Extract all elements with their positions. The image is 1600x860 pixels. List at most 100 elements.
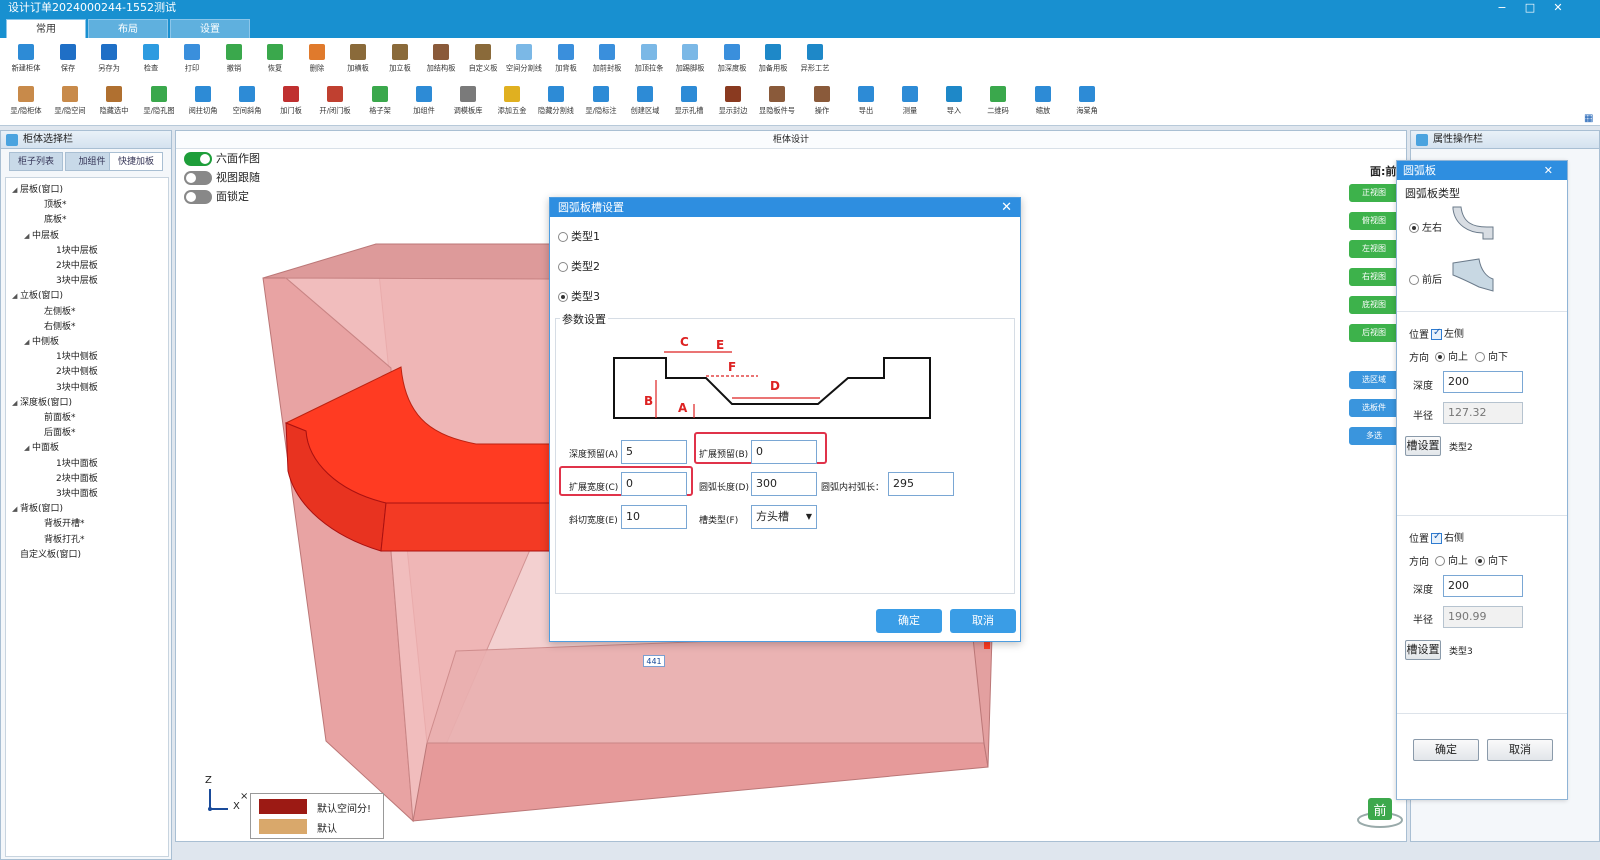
add-back-board-button[interactable]: 加背板 [544,40,588,78]
tree-item[interactable]: ◢ 立板(窗口) [12,288,63,301]
tree-item[interactable]: 2块中层板 [48,258,98,271]
toggle-part-number-button[interactable]: 显隐板件号 [755,82,799,120]
add-front-seal-button[interactable]: 加前封板 [585,40,629,78]
tree-item[interactable]: ◢ 背板(窗口) [12,501,63,514]
save-button[interactable]: 保存 [46,40,90,78]
tree-item[interactable]: 顶板* [36,197,67,210]
add-kick-board-button[interactable]: 加踢脚板 [668,40,712,78]
begonia-corner-button[interactable]: 海棠角 [1065,82,1109,120]
measure-button[interactable]: 测量 [888,82,932,120]
add-top-strip-button[interactable]: 加顶拉条 [627,40,671,78]
expand-toggle-icon[interactable]: ◢ [12,505,20,513]
depth-reserve-input[interactable]: 5 [621,440,687,464]
bottom-view-button[interactable]: 底视图 [1349,296,1399,314]
custom-board-button[interactable]: 自定义板 [461,40,505,78]
tree-item[interactable]: 3块中面板 [48,486,98,499]
dimension-badge[interactable]: 441 [643,655,665,667]
grid-rack-button[interactable]: 格子架 [358,82,402,120]
select-board-button[interactable]: 选板件 [1349,399,1399,417]
tree-item[interactable]: ◢ 中侧板 [24,334,59,347]
tree-item[interactable]: 3块中层板 [48,273,98,286]
top-view-button[interactable]: 俯视图 [1349,212,1399,230]
tree-item[interactable]: 背板打孔* [36,532,85,545]
expand-toggle-icon[interactable]: ◢ [12,186,20,194]
select-region-button[interactable]: 选区域 [1349,371,1399,389]
arc-inner-chord-input[interactable]: 295 [888,472,954,496]
g1-position-checkbox[interactable]: 左侧 [1431,325,1464,340]
g2-slot-settings-button[interactable]: 槽设置 [1405,640,1441,660]
new-cabinet-button[interactable]: 新建柜体 [4,40,48,78]
radio-icon[interactable] [558,292,568,302]
arc-length-input[interactable]: 300 [751,472,817,496]
tree-item[interactable]: 底板* [36,212,67,225]
redo-button[interactable]: 恢复 [253,40,297,78]
panel-cancel-button[interactable]: 取消 [1487,739,1553,761]
right-view-button[interactable]: 右视图 [1349,268,1399,286]
zoom-button[interactable]: 缩放 [1021,82,1065,120]
add-depth-board-button[interactable]: 加深度板 [710,40,754,78]
tree-item[interactable]: 右侧板* [36,319,76,332]
add-component-button[interactable]: 加组件 [402,82,446,120]
add-vertical-board-button[interactable]: 加立板 [378,40,422,78]
add-spare-board-button[interactable]: 加备用板 [751,40,795,78]
g2-position-checkbox[interactable]: 右侧 [1431,529,1464,544]
close-icon[interactable]: ✕ [1544,161,1553,180]
tree-item[interactable]: 后面板* [36,425,76,438]
expand-toggle-icon[interactable]: ◢ [24,444,32,452]
tab-common[interactable]: 常用 [6,19,86,38]
tree-item[interactable]: 自定义板(窗口) [12,547,81,560]
tree-item[interactable]: ◢ 深度板(窗口) [12,395,72,408]
dialog-cancel-button[interactable]: 取消 [950,609,1016,633]
radio-icon[interactable] [1409,223,1419,233]
toggle-hole-button[interactable]: 显/隐孔图 [137,82,181,120]
radio-type3[interactable]: 类型3 [558,288,600,304]
hide-selected-button[interactable]: 隐藏选中 [92,82,136,120]
slot-type-select[interactable]: 方头槽 ▼ [751,505,817,529]
tree-item[interactable]: 1块中侧板 [48,349,98,362]
open-close-door-button[interactable]: 开/闭门板 [313,82,357,120]
operate-button[interactable]: 操作 [800,82,844,120]
save-as-button[interactable]: 另存为 [87,40,131,78]
front-view-button[interactable]: 正视图 [1349,184,1399,202]
expand-width-input[interactable]: 0 [621,472,687,496]
corner-cut-button[interactable]: 阅拄切角 [181,82,225,120]
add-door-button[interactable]: 加门板 [269,82,313,120]
tree-item[interactable]: 左侧板* [36,304,76,317]
tree-item[interactable]: 3块中侧板 [48,380,98,393]
tree-item[interactable]: ◢ 中层板 [24,228,59,241]
panel-ok-button[interactable]: 确定 [1413,739,1479,761]
bevel-width-input[interactable]: 10 [621,505,687,529]
toggle-dimension-button[interactable]: 显/隐标注 [579,82,623,120]
radio-icon[interactable] [1475,352,1485,362]
add-horizontal-board-button[interactable]: 加横板 [336,40,380,78]
dialog-ok-button[interactable]: 确定 [876,609,942,633]
radio-left-right[interactable]: 左右 [1409,219,1442,234]
radio-icon[interactable] [1435,352,1445,362]
expand-toggle-icon[interactable]: ◢ [12,292,20,300]
import-button[interactable]: 导入 [932,82,976,120]
checkbox-icon[interactable] [1431,531,1442,544]
expand-toggle-icon[interactable]: ◢ [24,232,32,240]
radio-type1[interactable]: 类型1 [558,228,600,244]
maximize-button[interactable]: □ [1516,0,1544,16]
radio-icon[interactable] [1409,275,1419,285]
check-button[interactable]: 检查 [129,40,173,78]
g1-direction-down[interactable]: 向下 [1475,348,1508,363]
g1-slot-settings-button[interactable]: 槽设置 [1405,436,1441,456]
g2-direction-down[interactable]: 向下 [1475,552,1508,567]
tab-settings[interactable]: 设置 [170,19,250,38]
export-button[interactable]: 导出 [844,82,888,120]
add-hardware-button[interactable]: 添加五金 [490,82,534,120]
tab-layout[interactable]: 布局 [88,19,168,38]
toggle-space-button[interactable]: 显/隐空间 [48,82,92,120]
radio-front-back[interactable]: 前后 [1409,271,1442,286]
tree-item[interactable]: 2块中面板 [48,471,98,484]
multi-select-button[interactable]: 多选 [1349,427,1399,445]
tree-item[interactable]: 前面板* [36,410,76,423]
add-structure-board-button[interactable]: 加结构板 [419,40,463,78]
hide-divider-button[interactable]: 隐藏分割线 [534,82,578,120]
radio-type2[interactable]: 类型2 [558,258,600,274]
undo-button[interactable]: 撤销 [212,40,256,78]
special-process-button[interactable]: 异形工艺 [793,40,837,78]
space-divider-button[interactable]: 空间分割线 [502,40,546,78]
